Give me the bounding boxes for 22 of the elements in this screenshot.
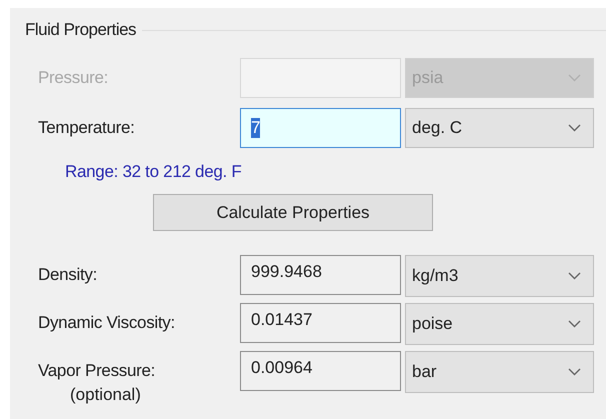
unit-dropdown[interactable]: kg/m3 (405, 255, 594, 297)
chevron-down-icon (568, 124, 581, 132)
group-title: Fluid Properties (25, 20, 136, 40)
result-field: 999.9468 (240, 255, 401, 295)
field-label: Vapor Pressure: (38, 361, 156, 381)
unit-dropdown[interactable]: deg. C (405, 108, 594, 148)
input-field[interactable]: 7 (240, 108, 401, 148)
calculate-button[interactable]: Calculate Properties (153, 194, 433, 231)
range-hint: Range: 32 to 212 deg. F (64, 161, 242, 182)
result-field: 0.01437 (240, 303, 401, 343)
chevron-down-icon (568, 320, 581, 328)
chevron-down-icon (568, 74, 581, 82)
field-note: (optional) (69, 385, 141, 405)
result-field: 0.00964 (240, 351, 401, 391)
field-label: Dynamic Viscosity: (38, 312, 176, 333)
field-label: Temperature: (38, 118, 136, 138)
chevron-down-icon (568, 272, 581, 280)
field-label: Pressure: (38, 68, 110, 88)
chevron-down-icon (568, 368, 581, 376)
field-label: Density: (38, 264, 98, 285)
unit-dropdown[interactable]: bar (405, 351, 594, 393)
unit-dropdown[interactable]: poise (405, 303, 594, 345)
